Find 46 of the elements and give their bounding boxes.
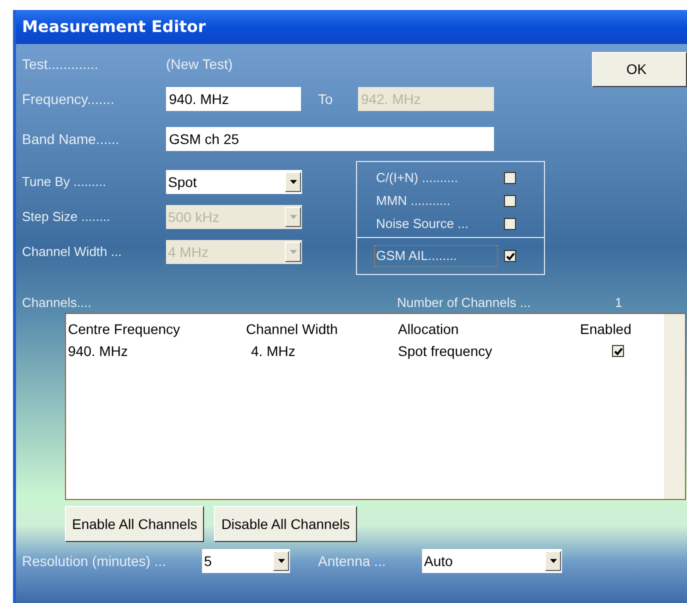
- checkbox[interactable]: [504, 218, 516, 230]
- dropdown-arrow-button[interactable]: [273, 551, 289, 571]
- table-cell-text: 4. MHz: [250, 342, 296, 360]
- option-label: MMN ...........: [376, 192, 452, 210]
- checkbox[interactable]: [504, 250, 516, 262]
- field-label: Number of Channels ...: [397, 294, 532, 312]
- column-header[interactable]: Centre Frequency: [68, 318, 246, 340]
- field-label: Step Size ........: [22, 208, 112, 226]
- column-header[interactable]: Enabled: [580, 318, 632, 340]
- dropdown-arrow-button[interactable]: [545, 551, 561, 571]
- field-label: To: [318, 90, 334, 108]
- field-label: Channel Width ...: [22, 243, 123, 262]
- ok-button[interactable]: OK: [592, 52, 687, 87]
- input-field[interactable]: 940. MHz: [166, 87, 301, 111]
- caret-icon: [278, 559, 284, 563]
- table-cell-text: Spot frequency: [398, 342, 494, 361]
- field-label: Frequency.......: [22, 90, 116, 109]
- table-cell-text: 940. MHz: [68, 342, 129, 360]
- column-header[interactable]: Channel Width: [246, 318, 398, 340]
- field-label: Test.............: [22, 54, 100, 74]
- dropdown-arrow-button[interactable]: [285, 172, 301, 192]
- checkbox[interactable]: [612, 345, 624, 357]
- field-label: Tune By .........: [22, 173, 108, 192]
- input-field[interactable]: GSM ch 25: [166, 127, 494, 151]
- field-label: Band Name......: [22, 130, 120, 148]
- window-title: Measurement Editor: [22, 16, 206, 38]
- channel-count: 1: [615, 294, 622, 312]
- field-label: Resolution (minutes) ...: [22, 552, 167, 571]
- test-name: (New Test): [166, 54, 233, 74]
- dropdown-field[interactable]: 5: [202, 549, 290, 573]
- column-header[interactable]: Allocation: [398, 318, 580, 340]
- dropdown-field[interactable]: Spot: [166, 170, 302, 194]
- field-label: Antenna ...: [318, 552, 387, 570]
- option-label: C/(I+N) ..........: [376, 168, 459, 187]
- caret-icon: [290, 250, 296, 254]
- caret-icon: [290, 180, 296, 184]
- channel-button[interactable]: Disable All Channels: [214, 506, 357, 542]
- checkbox[interactable]: [504, 194, 516, 206]
- checkbox[interactable]: [504, 172, 516, 184]
- caret-icon: [550, 559, 556, 563]
- caret-icon: [290, 215, 296, 219]
- option-label: Noise Source ...: [376, 214, 470, 233]
- channel-button[interactable]: Enable All Channels: [65, 506, 204, 542]
- option-label: GSM AIL........: [374, 245, 498, 267]
- section-label: Channels....: [22, 294, 92, 312]
- dropdown-field[interactable]: Auto: [422, 549, 562, 573]
